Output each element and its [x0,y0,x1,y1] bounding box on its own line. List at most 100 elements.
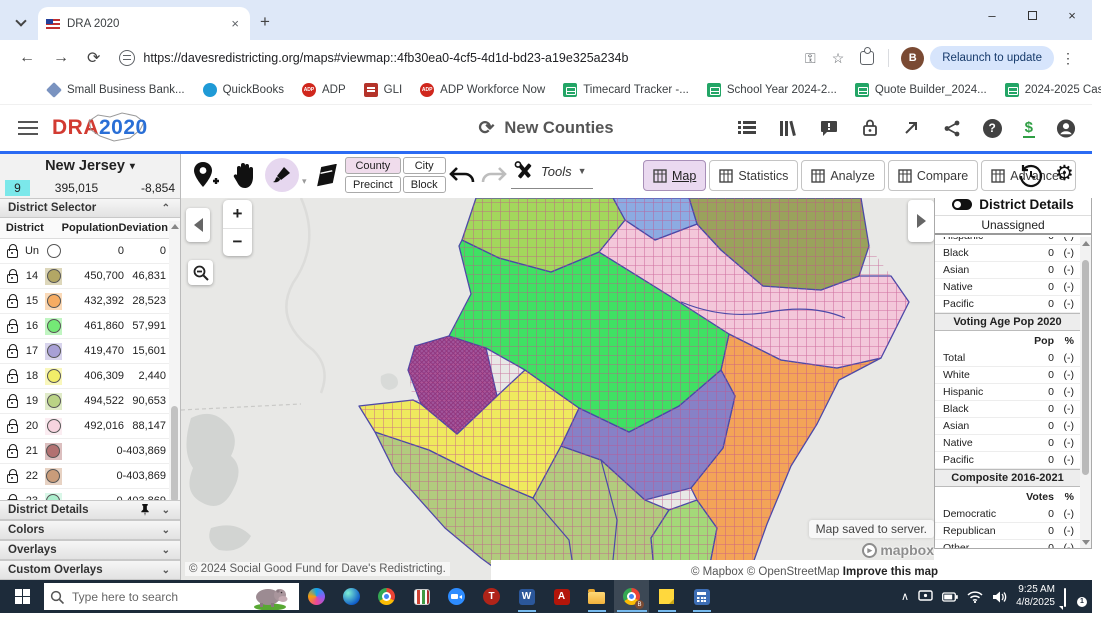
details-scrollbar[interactable] [1080,237,1091,548]
zoom-out-button[interactable]: − [223,229,252,257]
granularity-button[interactable]: Block [403,176,446,193]
improve-map-link[interactable]: Improve this map [843,566,938,578]
view-tab[interactable]: Statistics [709,160,798,191]
start-button[interactable] [0,580,44,613]
district-color-swatch[interactable] [45,443,62,460]
library-icon[interactable] [778,118,798,138]
help-icon[interactable]: ? [983,119,1002,138]
panel-colors[interactable]: Colors⌄ [0,520,180,540]
scroll-down-icon[interactable] [1082,540,1090,545]
taskbar-app-chrome-active[interactable]: B [614,580,649,613]
district-row[interactable]: 17 419,470 15,601 [0,339,180,364]
district-row[interactable]: 15 432,392 28,523 [0,289,180,314]
scroll-up-icon[interactable] [171,224,179,229]
district-row[interactable]: 19 494,522 90,653 [0,389,180,414]
new-tab-button[interactable]: + [260,12,270,32]
granularity-button[interactable]: County [345,157,401,174]
bookmark-item[interactable]: School Year 2024-2... [707,83,837,97]
add-point-icon[interactable] [191,161,219,191]
taskbar-app-zoom[interactable] [439,580,474,613]
bookmark-star-icon[interactable]: ☆ [824,50,853,67]
taskbar-search[interactable]: Type here to search [44,583,299,610]
profile-avatar[interactable]: B [901,47,924,70]
district-color-swatch[interactable] [45,268,62,285]
bookmark-item[interactable]: Quote Builder_2024... [855,83,987,97]
lock-icon[interactable] [7,374,18,383]
close-button[interactable]: × [1052,0,1092,30]
district-row[interactable]: 22 0 -403,869 [0,464,180,489]
lock-icon[interactable] [7,474,18,483]
taskbar-app-t[interactable]: T [474,580,509,613]
minimize-button[interactable]: – [972,0,1012,30]
lock-icon[interactable] [7,449,18,458]
district-row[interactable]: 14 450,700 46,831 [0,264,180,289]
wifi-icon[interactable] [967,591,983,603]
donate-icon[interactable]: $ [1023,119,1035,138]
refresh-icon[interactable]: ⟳ [478,117,494,140]
maps-list-icon[interactable] [737,118,757,138]
history-icon[interactable] [1019,164,1043,188]
forward-icon[interactable]: → [44,49,78,67]
menu-icon[interactable] [18,121,38,135]
lock-icon[interactable] [860,118,880,138]
lock-icon[interactable] [7,324,18,333]
district-row[interactable]: 20 492,016 88,147 [0,414,180,439]
address-input[interactable]: https://davesredistricting.org/maps#view… [143,51,797,65]
district-color-swatch[interactable] [45,243,62,260]
district-row[interactable]: 16 461,860 57,991 [0,314,180,339]
district-color-swatch[interactable] [45,418,62,435]
taskbar-app-chrome[interactable] [369,580,404,613]
battery-icon[interactable] [942,592,958,602]
district-row[interactable]: 21 0 -403,869 [0,439,180,464]
mapbox-logo[interactable]: ▸ mapbox [862,542,934,558]
browser-menu-icon[interactable]: ⋮ [1054,50,1082,67]
zoom-to-extent-button[interactable] [188,260,213,285]
bookmark-item[interactable]: Timecard Tracker -... [563,83,689,97]
state-selector[interactable]: New Jersey▾ [0,154,180,178]
current-district-badge[interactable]: 9 [5,180,30,196]
granularity-button[interactable]: City [403,157,446,174]
reload-icon[interactable]: ⟳ [78,48,109,68]
collapse-left-panel-button[interactable] [186,208,210,242]
eraser-icon[interactable] [313,164,341,188]
taskbar-app-word[interactable]: W [509,580,544,613]
brush-options-icon[interactable]: ▾ [302,176,307,187]
scrollbar-thumb[interactable] [171,406,178,502]
tab-close-icon[interactable]: × [228,16,242,31]
lock-icon[interactable] [7,274,18,283]
taskbar-app-stripes[interactable] [404,580,439,613]
pin-icon[interactable] [140,504,150,516]
browser-tab[interactable]: DRA 2020 × [38,7,250,40]
tab-search-button[interactable] [8,9,34,35]
district-row[interactable]: Un 0 0 [0,239,180,264]
panel-custom-overlays[interactable]: Custom Overlays⌄ [0,560,180,580]
granularity-button[interactable]: Precinct [345,176,401,193]
share-icon[interactable] [942,118,962,138]
district-color-swatch[interactable] [45,343,62,360]
maximize-button[interactable] [1012,0,1052,30]
panel-district-details[interactable]: District Details ⌄ [0,500,180,520]
district-row[interactable]: 18 406,309 2,440 [0,364,180,389]
taskbar-app-copilot[interactable] [299,580,334,613]
undo-icon[interactable] [449,166,475,186]
taskbar-app-sticky[interactable] [649,580,684,613]
open-in-new-icon[interactable] [901,118,921,138]
expand-right-panel-button[interactable] [908,200,934,242]
district-color-swatch[interactable] [45,318,62,335]
district-selector-header[interactable]: District Selector ⌃ [0,198,180,218]
district-color-swatch[interactable] [45,368,62,385]
relaunch-button[interactable]: Relaunch to update [930,46,1054,70]
bookmark-item[interactable]: 2024-2025 Cash Flo... [1005,83,1101,97]
bookmark-item[interactable]: QuickBooks [203,83,284,97]
bookmark-item[interactable]: GLI [364,83,403,97]
district-color-swatch[interactable] [45,293,62,310]
details-scroll-area[interactable]: Hispanic 0 (-) Black 0 (-) Asian 0 (-) N… [935,237,1080,548]
bookmark-item[interactable]: ADP [302,83,346,97]
pan-hand-icon[interactable] [231,161,257,191]
district-color-swatch[interactable] [45,393,62,410]
dra-logo[interactable]: DRA2020 [52,116,148,140]
zoom-in-button[interactable]: + [223,200,252,229]
speaker-icon[interactable] [992,591,1007,603]
view-tab[interactable]: Map [643,160,706,191]
password-key-icon[interactable]: ⚿ [797,50,824,67]
